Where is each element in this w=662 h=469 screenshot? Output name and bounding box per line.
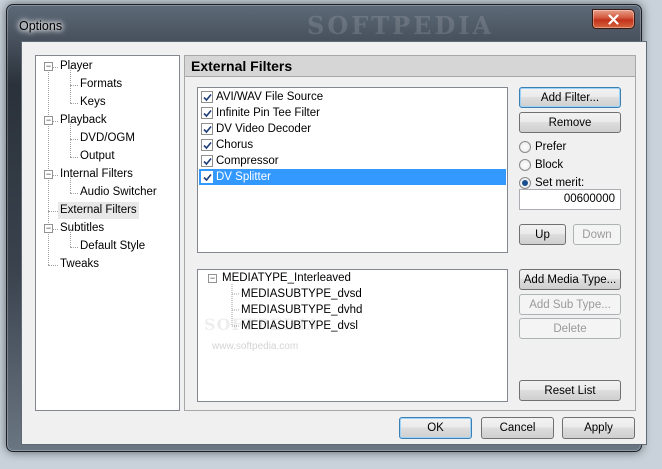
add-sub-type-button[interactable]: Add Sub Type... [519, 294, 621, 315]
apply-button[interactable]: Apply [562, 417, 635, 439]
prefer-radio[interactable]: Prefer [519, 139, 566, 155]
dialog-client-area: − Player Formats Keys − Playback DVD/OGM Output… [21, 41, 647, 445]
media-type-root[interactable]: MEDIATYPE_Interleaved [222, 270, 351, 286]
nav-item[interactable]: Tweaks [58, 256, 101, 273]
add-media-type-button[interactable]: Add Media Type... [519, 269, 621, 290]
tree-connector [70, 229, 71, 247]
tree-connector [70, 85, 71, 103]
nav-item[interactable]: Keys [78, 94, 108, 111]
media-subtype-item[interactable]: MEDIASUBTYPE_dvsl [241, 318, 358, 334]
filter-checkbox[interactable] [201, 139, 213, 151]
delete-button[interactable]: Delete [519, 318, 621, 339]
tree-connector [48, 265, 58, 266]
collapse-icon[interactable]: − [44, 116, 53, 125]
media-subtype-item[interactable]: MEDIASUBTYPE_dvhd [241, 302, 362, 318]
media-subtype-item[interactable]: MEDIASUBTYPE_dvsd [241, 286, 362, 302]
block-radio[interactable]: Block [519, 157, 563, 173]
block-label: Block [535, 159, 564, 171]
options-window: Options SOFTPEDIA − Player Formats Keys − Pla… [6, 4, 647, 452]
collapse-icon[interactable]: − [208, 274, 217, 283]
filter-label: Compressor [216, 155, 279, 167]
filter-item[interactable]: Compressor [199, 153, 506, 169]
ok-button[interactable]: OK [399, 417, 472, 439]
tree-connector [70, 121, 71, 139]
nav-item[interactable]: Output [78, 148, 117, 165]
filter-label: DV Video Decoder [216, 123, 312, 135]
prefer-radio-circle [519, 141, 531, 153]
filter-label: AVI/WAV File Source [216, 91, 324, 103]
tree-connector [48, 67, 49, 265]
merit-value-field[interactable]: 00600000 [519, 189, 621, 210]
watermark-logo: SOFTPEDIA [307, 11, 495, 40]
tree-connector [70, 175, 71, 193]
cancel-button[interactable]: Cancel [481, 417, 554, 439]
radio-selected-dot [522, 180, 528, 186]
filter-item[interactable]: Chorus [199, 137, 506, 153]
checkmark-icon [202, 93, 212, 101]
tree-connector [70, 139, 71, 157]
title-bar[interactable]: Options SOFTPEDIA [7, 5, 641, 41]
nav-item[interactable]: Playback [58, 112, 109, 129]
filter-checkbox[interactable] [201, 91, 213, 103]
filter-label: Chorus [216, 139, 254, 151]
filter-item[interactable]: DV Video Decoder [199, 121, 506, 137]
filter-checkbox[interactable] [201, 107, 213, 119]
filter-checkbox[interactable] [201, 171, 213, 183]
close-button[interactable] [592, 9, 635, 29]
nav-item[interactable]: Subtitles [58, 220, 106, 237]
media-type-tree[interactable]: − MEDIATYPE_Interleaved MEDIASUBTYPE_dvs… [197, 269, 508, 402]
collapse-icon[interactable]: − [44, 170, 53, 179]
tree-connector [70, 139, 78, 140]
collapse-icon[interactable]: − [44, 62, 53, 71]
external-filters-panel: AVI/WAV File Source Infinite Pin Tee Filt… [184, 76, 636, 411]
tree-connector [70, 103, 78, 104]
page-title: External Filters [191, 58, 293, 74]
window-title: Options [19, 19, 63, 33]
nav-item[interactable]: External Filters [58, 202, 139, 219]
tree-connector [70, 193, 78, 194]
nav-item[interactable]: Player [58, 58, 95, 75]
tree-connector [70, 157, 78, 158]
up-button[interactable]: Up [519, 224, 566, 245]
down-button[interactable]: Down [573, 224, 621, 245]
filter-checkbox[interactable] [201, 155, 213, 167]
tree-connector [48, 211, 58, 212]
checkmark-icon [202, 109, 212, 117]
checkmark-icon [202, 141, 212, 149]
options-nav-tree[interactable]: − Player Formats Keys − Playback DVD/OGM Output… [35, 55, 180, 411]
filter-label: DV Splitter [216, 171, 271, 183]
filter-item[interactable]: Infinite Pin Tee Filter [199, 105, 506, 121]
block-radio-circle [519, 159, 531, 171]
filter-list[interactable]: AVI/WAV File Source Infinite Pin Tee Filt… [197, 87, 508, 253]
nav-item[interactable]: Audio Switcher [78, 184, 159, 201]
checkmark-icon [202, 157, 212, 165]
tree-connector [70, 67, 71, 85]
close-icon [608, 13, 619, 25]
nav-item[interactable]: DVD/OGM [78, 130, 137, 147]
reset-list-button[interactable]: Reset List [519, 380, 621, 401]
checkmark-icon [202, 173, 212, 181]
add-filter-button[interactable]: Add Filter... [519, 87, 621, 108]
tree-connector [70, 85, 78, 86]
set-merit-label: Set merit: [535, 177, 585, 189]
collapse-icon[interactable]: − [44, 224, 53, 233]
prefer-label: Prefer [535, 141, 567, 153]
nav-item[interactable]: Formats [78, 76, 124, 93]
nav-item[interactable]: Default Style [78, 238, 147, 255]
tree-connector [70, 247, 78, 248]
checkmark-icon [202, 125, 212, 133]
filter-checkbox[interactable] [201, 123, 213, 135]
filter-item[interactable]: AVI/WAV File Source [199, 89, 506, 105]
filter-item[interactable]: DV Splitter [199, 169, 506, 185]
page-header: External Filters [184, 55, 636, 77]
remove-button[interactable]: Remove [519, 112, 621, 133]
filter-label: Infinite Pin Tee Filter [216, 107, 320, 119]
set-merit-radio-circle [519, 177, 531, 189]
